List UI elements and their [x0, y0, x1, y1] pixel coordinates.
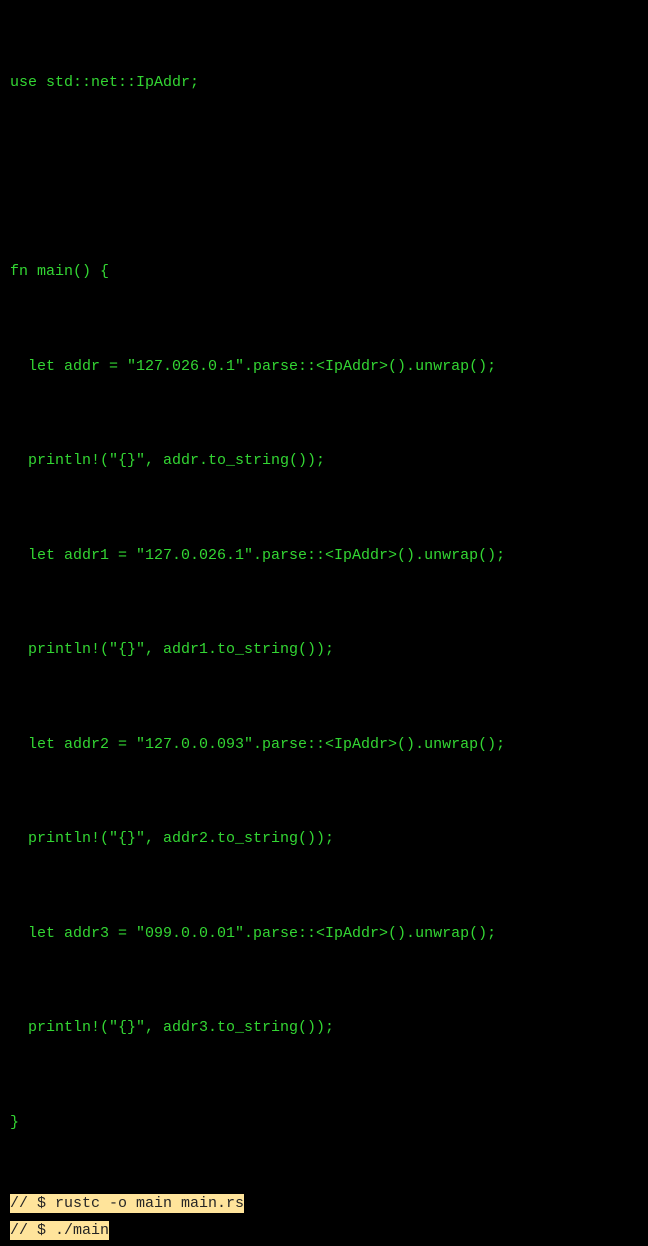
code-line: println!("{}", addr.to_string()); — [28, 445, 648, 477]
code-line: use std::net::IpAddr; — [10, 67, 648, 99]
code-line: let addr3 = "099.0.0.01".parse::<IpAddr>… — [28, 918, 648, 950]
blank-line — [10, 162, 648, 194]
output-line: // $ rustc -o main main.rs — [10, 1190, 648, 1218]
code-line: let addr = "127.026.0.1".parse::<IpAddr>… — [28, 351, 648, 383]
output-line: // 127.26.0.1 — [10, 1245, 648, 1246]
code-line: println!("{}", addr2.to_string()); — [28, 823, 648, 855]
code-line: println!("{}", addr1.to_string()); — [28, 634, 648, 666]
source-code-block: use std::net::IpAddr; fn main() { let ad… — [10, 4, 648, 1170]
code-line: let addr1 = "127.0.026.1".parse::<IpAddr… — [28, 540, 648, 572]
code-line: println!("{}", addr3.to_string()); — [28, 1012, 648, 1044]
code-line: let addr2 = "127.0.0.093".parse::<IpAddr… — [28, 729, 648, 761]
code-line: } — [10, 1107, 648, 1139]
code-line: fn main() { — [10, 256, 648, 288]
output-block: // $ rustc -o main main.rs // $ ./main /… — [2, 1190, 648, 1246]
output-line: // $ ./main — [10, 1217, 648, 1245]
